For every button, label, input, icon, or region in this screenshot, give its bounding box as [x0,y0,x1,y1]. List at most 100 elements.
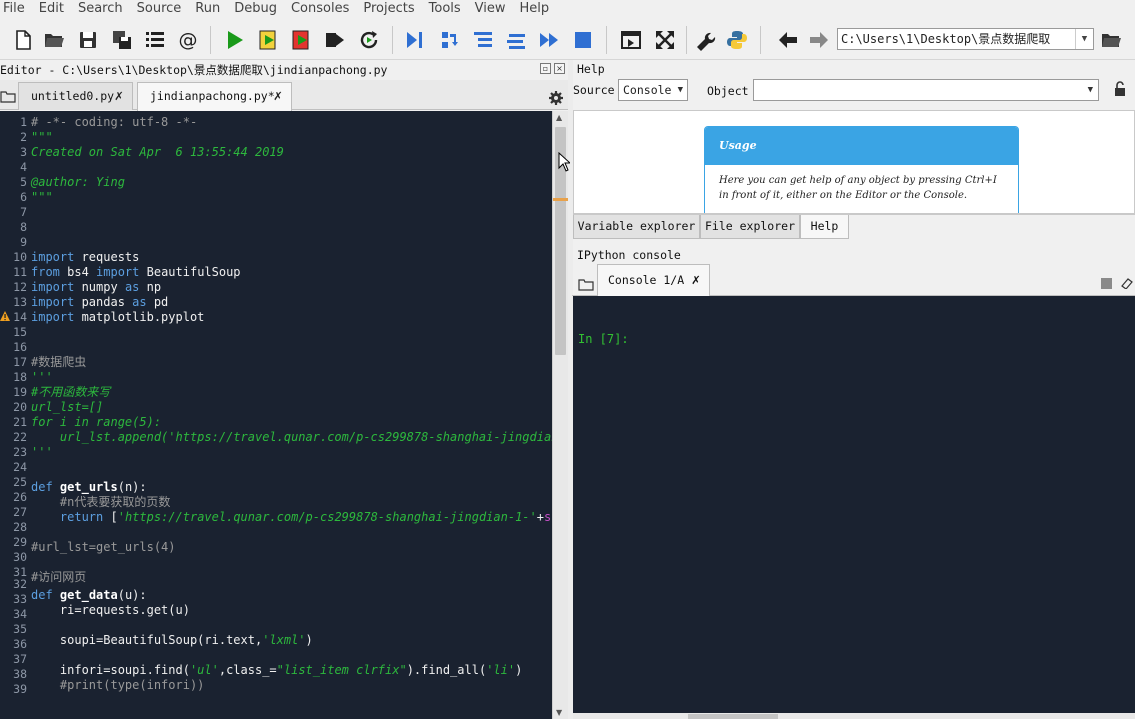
scroll-down-icon[interactable]: ▼ [556,708,562,717]
outline-icon[interactable] [143,28,167,52]
tab-label: Console 1/A [608,273,685,287]
line-number: 38 [13,667,27,681]
line-number: 10 [13,250,27,264]
continue-icon[interactable] [537,28,561,52]
menu-help[interactable]: Help [513,0,557,20]
working-directory-combo[interactable]: C:\Users\1\Desktop\景点数据爬取 ▼ [837,28,1094,50]
menu-view[interactable]: View [468,0,513,20]
wrench-icon[interactable] [693,28,717,52]
menu-edit[interactable]: Edit [32,0,71,20]
eraser-icon[interactable] [1121,277,1133,290]
debug-icon[interactable] [403,28,427,52]
back-arrow-icon[interactable] [776,28,800,52]
tab-label: untitled0.py [31,89,115,103]
menu-search[interactable]: Search [71,0,130,20]
code-line: url_lst=[] [31,400,104,414]
tab-console-1a[interactable]: Console 1/A ✗ [597,264,710,296]
ipython-console[interactable]: In [7]: [573,296,1135,713]
code-line: @author: Ying [31,175,125,189]
browse-folder-icon[interactable] [1099,28,1123,52]
menu-run[interactable]: Run [188,0,227,20]
gear-icon[interactable] [548,90,564,106]
step-return-icon[interactable] [504,28,528,52]
at-sign-icon[interactable]: @ [176,28,200,52]
line-number: 13 [13,295,27,309]
tab-help[interactable]: Help [800,215,849,239]
run-selection-icon[interactable] [323,28,347,52]
fullscreen-icon[interactable] [653,28,677,52]
code-line: #n代表要获取的页数 [31,495,171,509]
save-icon[interactable] [76,28,100,52]
code-line: from bs4 import BeautifulSoup [31,265,241,279]
menu-debug[interactable]: Debug [227,0,284,20]
code-line: #访问网页 [31,570,87,584]
scrollbar-thumb[interactable] [688,714,778,719]
maximize-pane-icon[interactable] [619,28,643,52]
line-number: 5 [20,175,27,189]
lock-icon[interactable] [1113,81,1127,97]
run-cell-advance-icon[interactable] [290,28,314,52]
code-editor[interactable]: 1 2 3 4 5 6 7 8 9 10 11 12 13 14 15 16 17 18 19 20 21 22 23 24 2… [0,111,552,719]
step-into-icon[interactable] [471,28,495,52]
menu-source[interactable]: Source [130,0,189,20]
browse-tabs-icon[interactable] [0,88,16,104]
tab-jindianpachong[interactable]: jindianpachong.py* ✗ [137,82,292,111]
menu-file[interactable]: File [0,0,32,20]
run-icon[interactable] [223,28,247,52]
menu-consoles[interactable]: Consoles [284,0,356,20]
console-hscrollbar[interactable] [573,713,1135,719]
close-tab-icon[interactable]: ✗ [692,265,700,295]
chevron-down-icon: ▼ [1087,85,1093,95]
menu-tools[interactable]: Tools [422,0,468,20]
close-pane-icon[interactable]: × [554,63,565,74]
line-number: 28 [13,520,27,534]
line-number: 29 [13,535,27,549]
source-value: Console [623,83,672,97]
tab-file-explorer[interactable]: File explorer [700,215,800,239]
open-file-icon[interactable] [42,28,66,52]
new-file-icon[interactable] [11,28,35,52]
line-number: 23 [13,445,27,459]
line-number: 34 [13,607,27,621]
line-number-gutter: 1 2 3 4 5 6 7 8 9 10 11 12 13 14 15 16 17 18 19 20 21 22 23 24 2… [0,111,29,719]
python-icon[interactable] [725,28,749,52]
undock-icon[interactable]: ▫ [540,63,551,74]
chevron-down-icon[interactable]: ▼ [1075,29,1093,49]
browse-tabs-icon[interactable] [578,276,594,292]
line-number: 33 [13,592,27,606]
working-directory-path: C:\Users\1\Desktop\景点数据爬取 [841,32,1051,46]
code-line: import matplotlib.pyplot [31,310,205,324]
stop-kernel-icon[interactable] [1101,278,1112,289]
line-number: 11 [13,265,27,279]
chevron-down-icon: ▼ [677,85,683,95]
line-number: 21 [13,415,27,429]
warning-icon [0,310,10,322]
step-icon[interactable] [438,28,462,52]
code-line: return ['https://travel.qunar.com/p-cs29… [59,510,552,524]
menu-bar: File Edit Search Source Run Debug Consol… [0,0,1135,20]
source-select[interactable]: Console ▼ [618,79,688,101]
scroll-up-icon[interactable]: ▲ [556,113,562,122]
close-tab-icon[interactable]: ✗ [115,83,123,109]
save-all-icon[interactable] [110,28,134,52]
line-number: 39 [13,682,27,696]
close-tab-icon[interactable]: ✗ [274,83,282,109]
line-number: 15 [13,325,27,339]
tab-untitled0[interactable]: untitled0.py ✗ [18,82,133,110]
line-number: 19 [13,385,27,399]
svg-text:@: @ [179,29,198,51]
code-line: #print(type(infori)) [31,678,205,692]
editor-scrollbar[interactable]: ▲ ▼ [552,111,568,719]
code-line: # -*- coding: utf-8 -*- [31,115,198,129]
tab-variable-explorer[interactable]: Variable explorer [573,215,700,239]
line-number: 35 [13,622,27,636]
run-cell-icon[interactable] [257,28,281,52]
stop-icon[interactable] [571,28,595,52]
menu-projects[interactable]: Projects [356,0,421,20]
object-input[interactable]: ▼ [753,79,1099,101]
console-tab-bar: Console 1/A ✗ [572,264,1135,296]
forward-arrow-icon[interactable] [807,28,831,52]
line-number: 22 [13,430,27,444]
rerun-icon[interactable] [357,28,381,52]
line-number: 37 [13,652,27,666]
